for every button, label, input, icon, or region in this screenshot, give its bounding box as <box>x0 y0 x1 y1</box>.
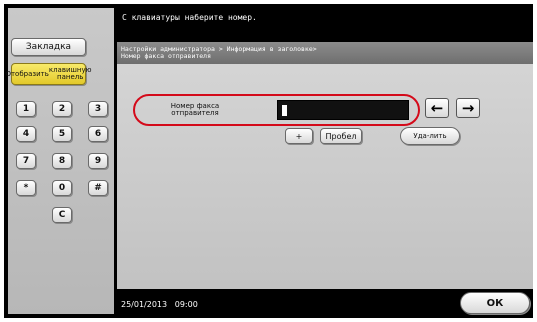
sender-fax-label: Номер факса отправителя <box>139 103 251 117</box>
bookmark-button[interactable]: Закладка <box>11 38 86 56</box>
key-9[interactable]: 9 <box>88 153 108 169</box>
key-1[interactable]: 1 <box>16 101 36 117</box>
date-text: 25/01/2013 <box>121 300 168 309</box>
delete-button[interactable]: Уда- лить <box>400 127 460 145</box>
time-text: 09:00 <box>174 300 198 309</box>
datetime: 25/01/2013 09:00 <box>121 300 198 309</box>
text-cursor <box>282 105 287 116</box>
key-5[interactable]: 5 <box>52 126 72 142</box>
space-button[interactable]: Пробел <box>320 128 362 144</box>
breadcrumb-line2: Номер факса отправителя <box>121 52 212 60</box>
breadcrumb: Настройки администратора > Информация в … <box>117 42 533 64</box>
key-hash[interactable]: # <box>88 180 108 196</box>
key-7[interactable]: 7 <box>16 153 36 169</box>
key-8[interactable]: 8 <box>52 153 72 169</box>
delete-label-line2: лить <box>429 131 447 140</box>
main-panel: Настройки администратора > Информация в … <box>117 42 533 289</box>
delete-label-line1: Уда- <box>413 131 430 140</box>
cursor-left-button[interactable]: ← <box>425 98 449 118</box>
key-2[interactable]: 2 <box>52 101 72 117</box>
cursor-right-button[interactable]: → <box>456 98 480 118</box>
plus-button[interactable]: + <box>285 128 313 144</box>
ok-button[interactable]: ОК <box>460 292 530 314</box>
key-0[interactable]: 0 <box>52 180 72 196</box>
sender-fax-label-line2: отправителя <box>171 109 219 117</box>
key-3[interactable]: 3 <box>88 101 108 117</box>
key-4[interactable]: 4 <box>16 126 36 142</box>
show-keypad-button[interactable]: Отобразить клавишную панель <box>5 63 92 85</box>
message-bar: С клавиатуры наберите номер. <box>117 8 533 32</box>
show-keypad-label-line2: клавишную панель <box>48 66 92 81</box>
show-keypad-label-line1: Отобразить <box>5 69 49 78</box>
sender-fax-input[interactable] <box>277 100 409 120</box>
key-clear[interactable]: C <box>52 207 72 223</box>
key-asterisk[interactable]: * <box>16 180 36 196</box>
key-6[interactable]: 6 <box>88 126 108 142</box>
